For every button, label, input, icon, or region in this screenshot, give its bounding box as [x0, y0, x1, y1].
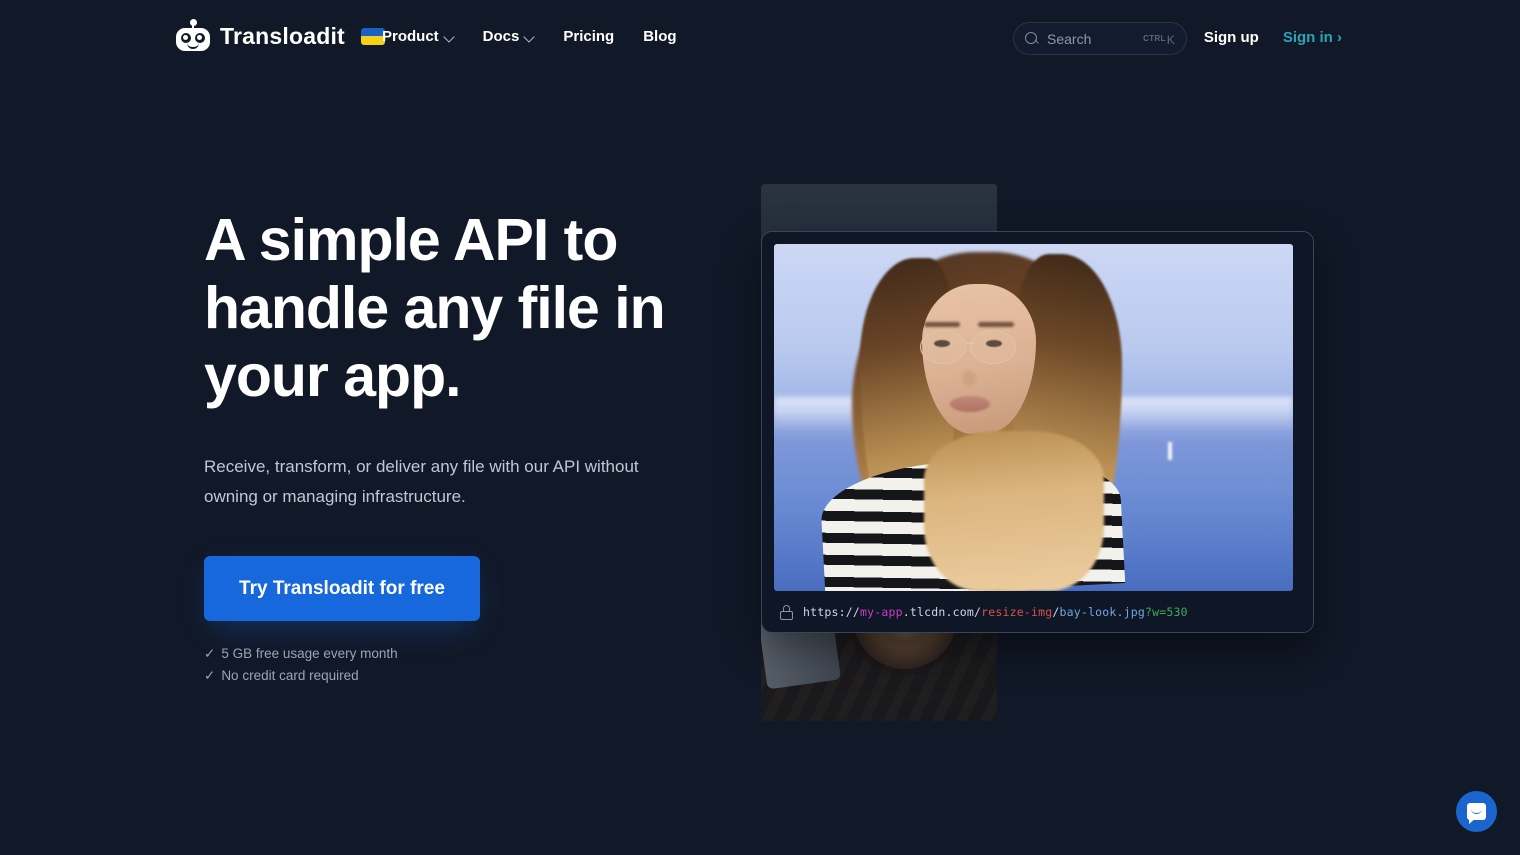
url-separator: / [1052, 605, 1060, 619]
auth-actions: Sign up Sign in › [1204, 29, 1342, 46]
lock-icon [780, 604, 793, 620]
hero-subtitle: Receive, transform, or deliver any file … [204, 457, 639, 506]
search-box[interactable]: Search CTRL K [1013, 22, 1187, 55]
cta-container: Try Transloadit for free [204, 556, 480, 626]
brand-name: Transloadit [220, 22, 345, 49]
url-text: https://my-app.tlcdn.com/resize-img/bay-… [803, 605, 1188, 619]
browser-url-bar[interactable]: https://my-app.tlcdn.com/resize-img/bay-… [774, 591, 1301, 633]
url-subdomain: my-app [860, 605, 903, 619]
signin-link[interactable]: Sign in › [1283, 29, 1342, 46]
page-title: A simple API to handle any file in your … [204, 207, 666, 409]
try-for-free-button[interactable]: Try Transloadit for free [204, 556, 480, 621]
hero-copy: A simple API to handle any file in your … [204, 206, 734, 687]
url-path: resize-img [981, 605, 1053, 619]
perk-label: No credit card required [221, 668, 359, 683]
page-root: Transloadit Product Docs Pricing Blog Se… [0, 0, 1520, 855]
nav-item-pricing[interactable]: Pricing [563, 28, 614, 45]
perk-list: ✓ 5 GB free usage every month ✓ No credi… [204, 643, 734, 687]
shortcut-modifier: CTRL [1143, 34, 1166, 43]
main-nav: Product Docs Pricing Blog [382, 28, 677, 45]
url-host: .tlcdn.com/ [902, 605, 982, 619]
perk-item: ✓ No credit card required [204, 665, 734, 687]
site-header: Transloadit Product Docs Pricing Blog Se… [0, 0, 1520, 76]
nav-item-label: Product [382, 28, 439, 45]
perk-item: ✓ 5 GB free usage every month [204, 643, 734, 665]
url-file: bay-look.jpg [1059, 605, 1145, 619]
brand-logo-link[interactable]: Transloadit [176, 19, 385, 51]
robot-logo-icon [176, 19, 210, 51]
intercom-chat-icon[interactable] [1456, 791, 1497, 832]
search-input[interactable]: Search [1047, 31, 1135, 47]
nav-item-label: Docs [482, 28, 520, 45]
search-icon [1025, 31, 1039, 46]
signup-button[interactable]: Sign up [1204, 29, 1259, 46]
shortcut-key: K [1166, 32, 1175, 47]
browser-mockup: https://my-app.tlcdn.com/resize-img/bay-… [761, 231, 1314, 633]
nav-item-blog[interactable]: Blog [643, 28, 676, 45]
perk-label: 5 GB free usage every month [221, 646, 398, 661]
resized-image-preview [774, 244, 1293, 591]
url-protocol: https:// [803, 605, 860, 619]
search-shortcut-hint: CTRL K [1143, 32, 1175, 47]
hero-visual: https://my-app.tlcdn.com/resize-img/bay-… [761, 184, 1321, 724]
chevron-down-icon [445, 32, 454, 41]
nav-item-product[interactable]: Product [382, 28, 454, 45]
nav-item-docs[interactable]: Docs [483, 28, 535, 45]
check-icon: ✓ [204, 668, 216, 683]
chevron-down-icon [525, 32, 534, 41]
url-query: ?w=530 [1144, 605, 1188, 619]
check-icon: ✓ [204, 646, 216, 661]
